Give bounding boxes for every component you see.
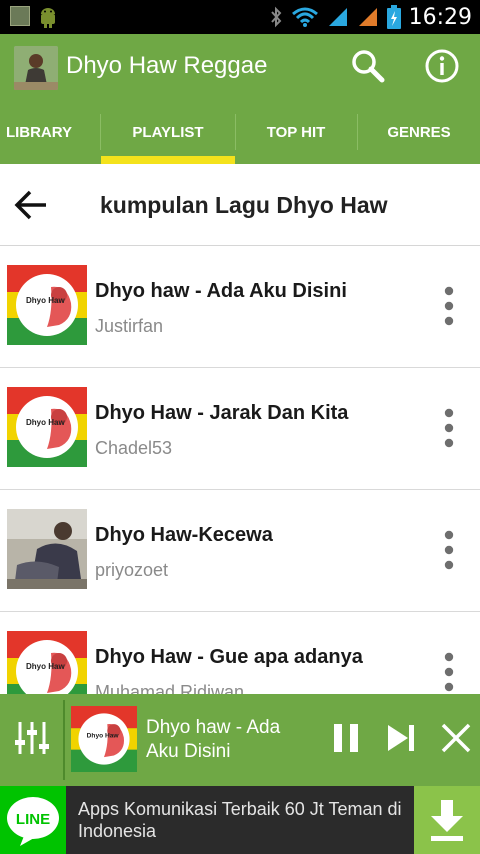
bluetooth-icon [270,6,281,28]
song-list: Dhyo Haw Dhyo haw - Ada Aku Disini Justi… [0,246,480,694]
equalizer-icon[interactable] [12,718,52,758]
ad-banner[interactable]: LINE Apps Komunikasi Terbaik 60 Jt Teman… [0,786,480,854]
arrow-back-icon[interactable] [12,186,50,224]
ad-text: Apps Komunikasi Terbaik 60 Jt Teman di I… [78,799,402,841]
song-title: Dhyo Haw - Jarak Dan Kita [95,402,349,424]
now-playing-cover[interactable]: Dhyo Haw [71,706,137,772]
download-icon [431,800,463,841]
song-cover [7,509,87,589]
pause-icon[interactable] [330,722,362,754]
app-bar: Dhyo Haw Reggae [0,34,480,100]
tab-bar: LIBRARY PLAYLIST TOP HIT GENRES [0,100,480,164]
playlist-title: kumpulan Lagu Dhyo Haw [100,192,388,218]
player-divider [63,700,65,780]
svg-text:Dhyo Haw: Dhyo Haw [26,296,65,305]
svg-text:LINE: LINE [16,811,50,828]
gallery-notification-icon [10,6,30,26]
signal-2-icon [358,8,377,26]
tab-active-indicator [101,156,235,164]
song-cover: Dhyo Haw [7,631,87,694]
now-playing-title[interactable]: Dhyo haw - Ada Aku Disini [146,716,316,764]
svg-text:Dhyo Haw: Dhyo Haw [26,662,65,671]
more-vert-icon[interactable] [434,528,464,572]
svg-text:Dhyo Haw: Dhyo Haw [26,418,65,427]
song-row[interactable]: Dhyo Haw Dhyo haw - Ada Aku Disini Justi… [0,246,480,368]
download-button[interactable] [414,786,480,854]
search-icon[interactable] [350,48,386,84]
song-row[interactable]: Dhyo Haw-Kecewa priyozoet [0,490,480,612]
tab-top-hit[interactable]: TOP HIT [236,100,356,164]
battery-icon [386,5,401,29]
song-title: Dhyo haw - Ada Aku Disini [95,280,347,302]
more-vert-icon[interactable] [434,650,464,694]
app-title: Dhyo Haw Reggae [66,52,268,79]
more-vert-icon[interactable] [434,284,464,328]
status-bar: 16:29 [0,0,480,34]
tab-genres[interactable]: GENRES [358,100,480,164]
playlist-header: kumpulan Lagu Dhyo Haw [0,164,480,246]
song-cover: Dhyo Haw [7,265,87,345]
line-logo-icon: LINE [0,786,66,854]
status-time: 16:29 [408,4,472,30]
song-uploader: Justirfan [95,316,164,336]
app-logo [14,46,58,90]
song-cover: Dhyo Haw [7,387,87,467]
more-vert-icon[interactable] [434,406,464,450]
song-uploader: priyozoet [95,560,169,580]
song-title: Dhyo Haw-Kecewa [95,524,273,546]
tab-library[interactable]: LIBRARY [0,100,78,164]
tab-playlist[interactable]: PLAYLIST [101,100,235,164]
song-uploader: Muhamad Ridiwan [95,682,245,694]
wifi-icon [291,7,318,27]
info-icon[interactable] [424,48,460,84]
signal-1-icon [328,8,347,26]
song-row[interactable]: Dhyo Haw Dhyo Haw - Jarak Dan Kita Chade… [0,368,480,490]
svg-text:Dhyo Haw: Dhyo Haw [87,732,120,739]
song-uploader: Chadel53 [95,438,173,458]
close-icon[interactable] [440,722,472,754]
mini-player: Dhyo Haw Dhyo haw - Ada Aku Disini [0,694,480,786]
android-notification-icon [41,8,55,28]
skip-next-icon[interactable] [384,722,418,754]
song-row[interactable]: Dhyo Haw Dhyo Haw - Gue apa adanya Muham… [0,612,480,694]
song-title: Dhyo Haw - Gue apa adanya [95,646,363,668]
